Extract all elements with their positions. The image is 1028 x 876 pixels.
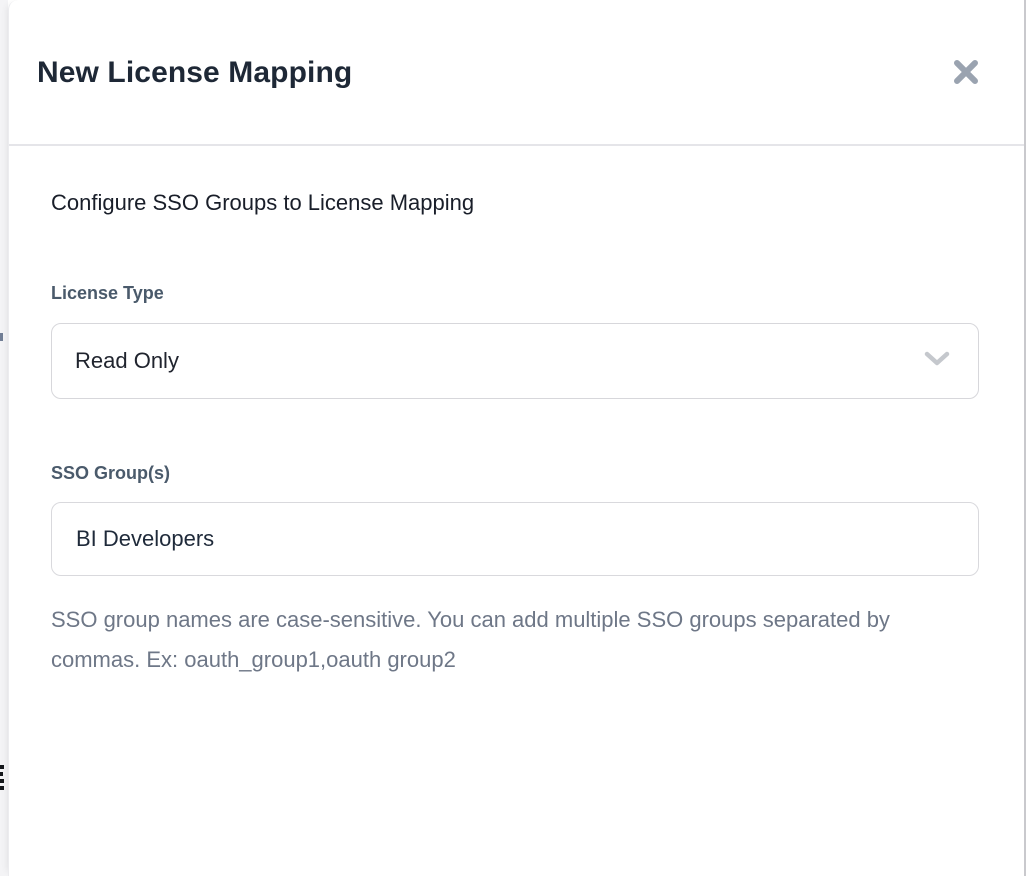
sso-groups-help: SSO group names are case-sensitive. You …: [51, 600, 896, 680]
close-button[interactable]: [950, 56, 982, 88]
chevron-down-icon: [924, 350, 950, 373]
background-page-sliver: [0, 0, 8, 876]
x-icon: [952, 58, 980, 86]
license-type-label: License Type: [51, 283, 976, 304]
list-icon-fragment: [0, 765, 5, 790]
modal-body: Configure SSO Groups to License Mapping …: [9, 146, 1024, 680]
page: New License Mapping Configure SSO Groups…: [0, 0, 1028, 876]
sso-groups-label: SSO Group(s): [51, 463, 976, 484]
background-fragment: [0, 333, 3, 341]
modal-header: New License Mapping: [9, 0, 1024, 146]
license-type-selected-value: Read Only: [75, 348, 924, 374]
modal-description: Configure SSO Groups to License Mapping: [51, 190, 976, 216]
modal-title: New License Mapping: [37, 54, 352, 90]
license-type-select[interactable]: Read Only: [51, 323, 979, 399]
sso-groups-input[interactable]: [51, 502, 979, 576]
new-license-mapping-modal: New License Mapping Configure SSO Groups…: [8, 0, 1026, 876]
